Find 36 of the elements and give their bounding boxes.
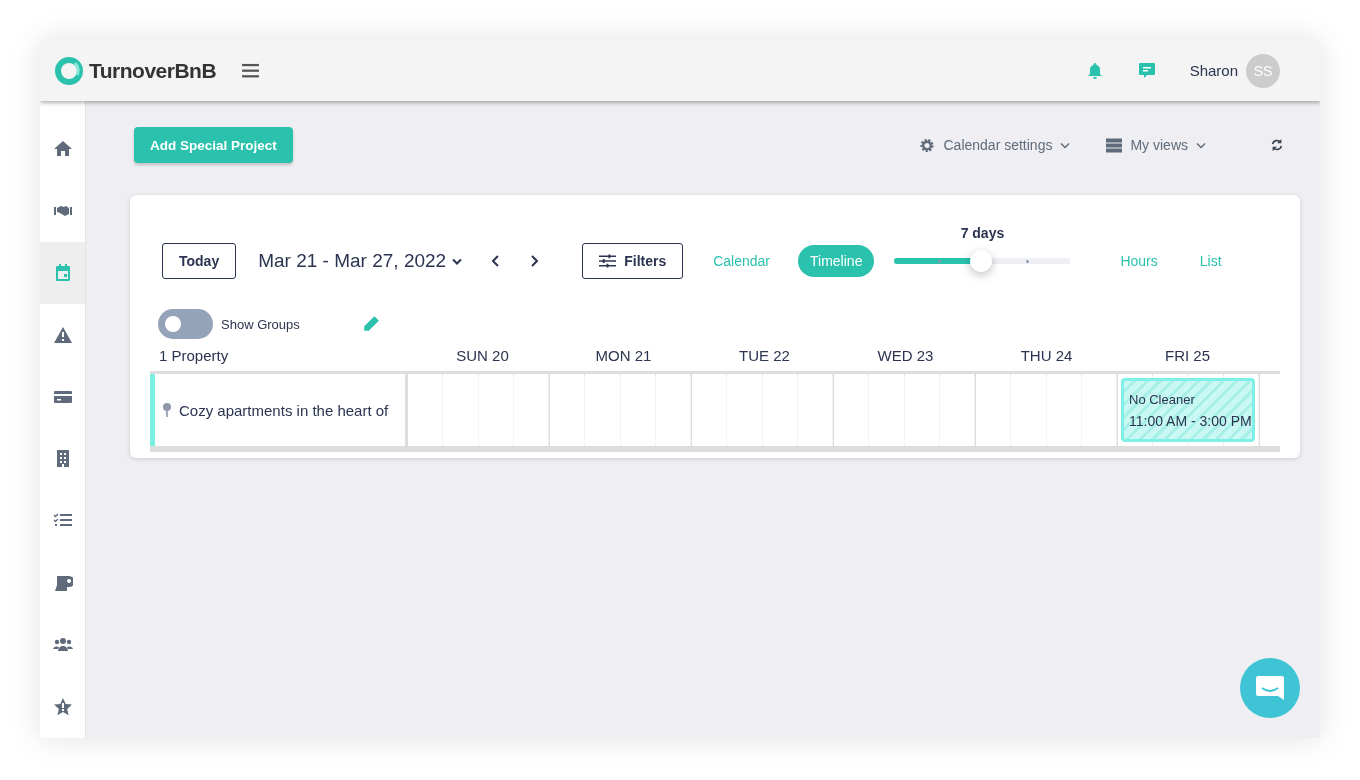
property-name: Cozy apartments in the heart of	[179, 401, 389, 419]
chevron-down-icon	[1196, 141, 1206, 149]
settings-icon	[919, 137, 936, 153]
star-icon	[52, 697, 73, 717]
day-header: MON 21	[594, 346, 653, 364]
brand-name: TurnoverBnB	[89, 58, 217, 83]
server-stack-icon	[1106, 137, 1123, 153]
next-icon[interactable]	[530, 255, 539, 267]
day-header: WED 23	[876, 346, 935, 364]
refresh-icon[interactable]	[1270, 138, 1284, 152]
my-views-dropdown[interactable]: My views	[1106, 137, 1206, 153]
sliders-icon	[599, 254, 617, 268]
show-groups-toggle[interactable]	[158, 309, 213, 339]
menu-icon[interactable]	[242, 63, 260, 78]
day-header: THU 24	[1019, 346, 1074, 364]
pin-icon	[163, 403, 171, 417]
slider-thumb[interactable]	[970, 250, 993, 272]
event-time: 11:00 AM - 3:00 PM	[1129, 412, 1252, 429]
zoom-label: 7 days	[960, 225, 1005, 241]
chevron-down-icon	[1060, 141, 1071, 149]
calendar-settings-dropdown[interactable]: Calendar settings	[919, 137, 1071, 153]
alert-icon	[52, 325, 73, 345]
today-button[interactable]: Today	[162, 243, 237, 279]
day-header: TUE 22	[738, 346, 791, 364]
previous-icon[interactable]	[492, 255, 501, 267]
filters-button[interactable]: Filters	[582, 243, 684, 279]
toggle-label: Show Groups	[221, 316, 300, 332]
chevron-down-icon	[452, 257, 463, 265]
property-count: 1 Property	[158, 346, 230, 364]
user-name[interactable]: Sharon	[1189, 62, 1238, 79]
logo-icon	[55, 56, 83, 85]
day-header: FRI 25	[1164, 346, 1211, 364]
date-range-picker[interactable]: Mar 21 - Mar 27, 2022	[258, 250, 463, 272]
home-icon	[52, 139, 73, 159]
event-title: No Cleaner	[1129, 391, 1196, 407]
day-header: SUN 20	[455, 346, 510, 364]
